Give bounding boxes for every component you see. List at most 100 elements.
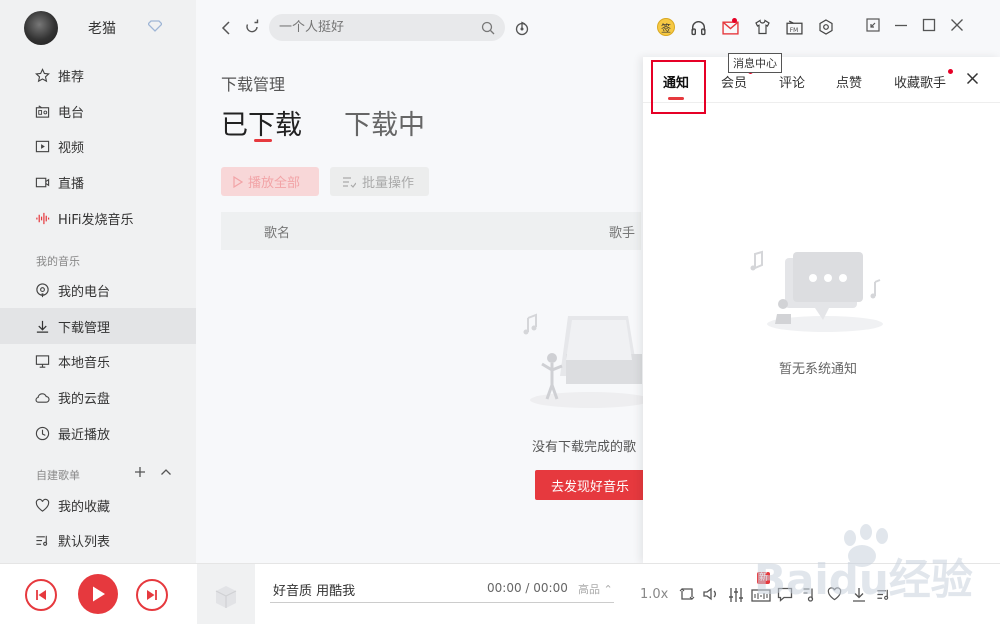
close-window-icon[interactable]	[950, 18, 964, 32]
refresh-icon[interactable]	[244, 19, 260, 35]
settings-button[interactable]	[810, 19, 842, 35]
sidebar-item-label: 电台	[58, 105, 85, 121]
song-title[interactable]: 好音质 用酷我	[273, 580, 355, 599]
headphones-icon[interactable]	[690, 19, 707, 36]
star-icon	[34, 67, 50, 83]
empty-notification-text: 暂无系统通知	[779, 362, 858, 377]
close-panel-icon[interactable]	[966, 72, 979, 85]
message-center-button[interactable]	[714, 17, 746, 35]
plus-icon[interactable]	[134, 466, 146, 478]
sidebar-item-default-list[interactable]: 默认列表	[0, 522, 196, 558]
play-icon	[93, 586, 105, 602]
headphones-button[interactable]	[682, 19, 714, 36]
tshirt-icon[interactable]	[754, 19, 771, 35]
page-title: 下载管理	[221, 75, 286, 94]
heart-icon	[827, 587, 841, 601]
user-name[interactable]: 老猫	[88, 18, 116, 38]
tab-favorite-artists[interactable]: 收藏歌手	[894, 72, 946, 91]
sidebar-item-radio[interactable]: 电台	[0, 93, 196, 129]
loop-icon	[679, 588, 695, 600]
favorite-button[interactable]	[822, 587, 847, 603]
tab-comments[interactable]: 评论	[779, 72, 805, 91]
sidebar-item-recommend[interactable]: 推荐	[0, 57, 196, 93]
empty-downloads-text: 没有下载完成的歌	[532, 440, 637, 455]
vip-diamond-icon[interactable]	[148, 20, 162, 32]
sidebar-item-label: 推荐	[58, 69, 85, 85]
minimize-icon[interactable]	[894, 18, 908, 32]
sidebar-item-downloads[interactable]: 下载管理	[0, 308, 196, 344]
search-input[interactable]	[279, 20, 469, 35]
sidebar-item-label: 本地音乐	[58, 355, 111, 371]
sidebar-item-label: 直播	[58, 176, 85, 192]
sidebar-item-cloud[interactable]: 我的云盘	[0, 379, 196, 415]
player-tools	[675, 587, 896, 603]
maximize-icon[interactable]	[922, 18, 936, 32]
album-cover[interactable]	[197, 564, 255, 624]
previous-button[interactable]	[25, 579, 57, 611]
top-bar: 签 FM	[196, 0, 1000, 56]
fm-radio-icon[interactable]: FM	[785, 20, 803, 35]
mini-mode-icon[interactable]	[866, 18, 880, 32]
sidebar-item-label: 默认列表	[58, 534, 111, 550]
column-song-name[interactable]: 歌名	[264, 222, 290, 241]
svg-text:FM: FM	[789, 27, 797, 33]
waveform-icon	[34, 210, 50, 226]
sidebar-item-label: 我的电台	[58, 284, 111, 300]
sidebar-item-favorites[interactable]: 我的收藏	[0, 487, 196, 523]
tab-membership[interactable]: 会员	[721, 72, 747, 91]
batch-label: 批量操作	[362, 176, 415, 191]
sidebar-item-label: HiFi发烧音乐	[58, 212, 134, 228]
equalizer-button[interactable]	[724, 587, 749, 603]
discover-music-button[interactable]: 去发现好音乐	[535, 470, 645, 500]
play-all-button[interactable]: 播放全部	[221, 167, 319, 196]
sidebar-item-local-music[interactable]: 本地音乐	[0, 343, 196, 379]
next-button[interactable]	[136, 579, 168, 611]
progress-bar[interactable]	[270, 602, 614, 603]
tab-downloading[interactable]: 下载中	[344, 103, 425, 142]
comment-button[interactable]	[773, 587, 798, 603]
highlight-box	[651, 60, 706, 114]
sidebar-item-hifi[interactable]: HiFi发烧音乐	[0, 200, 196, 236]
window-controls	[866, 18, 964, 32]
clock-icon	[34, 425, 50, 441]
search-icon[interactable]	[481, 21, 495, 35]
column-artist[interactable]: 歌手	[609, 222, 635, 241]
volume-button[interactable]	[700, 587, 725, 603]
download-song-button[interactable]	[847, 587, 872, 603]
gear-icon[interactable]	[818, 19, 834, 35]
tooltip-message-center: 消息中心	[728, 53, 782, 73]
quality-selector[interactable]: 高品 ⌃	[578, 581, 613, 597]
tab-downloaded[interactable]: 已下载	[221, 103, 302, 142]
playback-time: 00:00 / 00:00	[487, 581, 568, 595]
favorite-artists-dot	[948, 69, 953, 74]
play-button[interactable]	[78, 574, 118, 614]
empty-notification-illustration	[750, 250, 883, 332]
sign-in-button[interactable]: 签	[650, 18, 682, 36]
tab-likes[interactable]: 点赞	[836, 72, 862, 91]
search-box[interactable]	[269, 14, 505, 41]
batch-operation-button[interactable]: 批量操作	[330, 167, 429, 196]
playlist-icon	[34, 532, 50, 548]
list-check-icon	[343, 176, 356, 188]
sidebar-item-live[interactable]: 直播	[0, 164, 196, 200]
sound-effect-button[interactable]	[749, 587, 774, 603]
avatar[interactable]	[24, 11, 58, 45]
back-arrow-icon[interactable]	[220, 20, 232, 36]
sidebar-item-video[interactable]: 视频	[0, 128, 196, 164]
playback-rate[interactable]: 1.0x	[640, 587, 668, 602]
sidebar-item-label: 视频	[58, 140, 85, 156]
table-header: 歌名 歌手	[221, 212, 641, 250]
sidebar-item-recent[interactable]: 最近播放	[0, 415, 196, 451]
skin-button[interactable]	[746, 19, 778, 35]
music-recognition-icon[interactable]	[514, 20, 530, 36]
fm-button[interactable]: FM	[778, 20, 810, 35]
notification-dot	[732, 17, 737, 23]
sign-in-badge[interactable]: 签	[657, 18, 675, 36]
chevron-up-icon[interactable]	[160, 466, 172, 478]
sidebar-item-label: 我的收藏	[58, 499, 111, 515]
sidebar-item-my-radio[interactable]: 我的电台	[0, 272, 196, 308]
user-profile[interactable]: 老猫	[24, 11, 116, 45]
loop-button[interactable]	[675, 587, 700, 603]
lyrics-button[interactable]	[798, 587, 823, 603]
playlist-button[interactable]	[871, 587, 896, 603]
